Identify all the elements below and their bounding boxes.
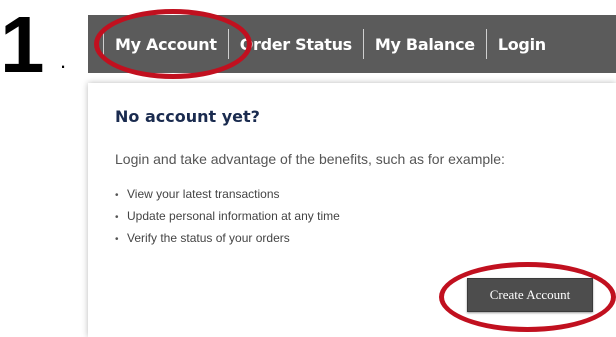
nav-separator: [362, 29, 364, 59]
nav-separator: [485, 29, 487, 59]
benefit-item: • Update personal information at any time: [115, 209, 340, 231]
highlight-ellipse-my-account: [94, 9, 252, 79]
nav-login[interactable]: Login: [498, 35, 546, 54]
step-number: 1: [0, 0, 45, 89]
benefit-text: View your latest transactions: [127, 187, 280, 201]
nav-order-status[interactable]: Order Status: [240, 35, 353, 54]
benefit-text: Verify the status of your orders: [127, 231, 290, 245]
bullet-icon: •: [115, 190, 119, 201]
benefit-item: • View your latest transactions: [115, 187, 340, 209]
highlight-ellipse-create-account: [439, 262, 616, 332]
benefit-text: Update personal information at any time: [127, 209, 340, 223]
benefits-list: • View your latest transactions • Update p…: [115, 187, 340, 253]
bullet-icon: •: [115, 234, 119, 245]
step-number-dot: .: [60, 48, 67, 73]
bullet-icon: •: [115, 212, 119, 223]
benefit-item: • Verify the status of your orders: [115, 231, 340, 253]
nav-my-balance[interactable]: My Balance: [375, 35, 475, 54]
panel-heading: No account yet?: [115, 107, 260, 126]
intro-text: Login and take advantage of the benefits…: [115, 151, 505, 167]
